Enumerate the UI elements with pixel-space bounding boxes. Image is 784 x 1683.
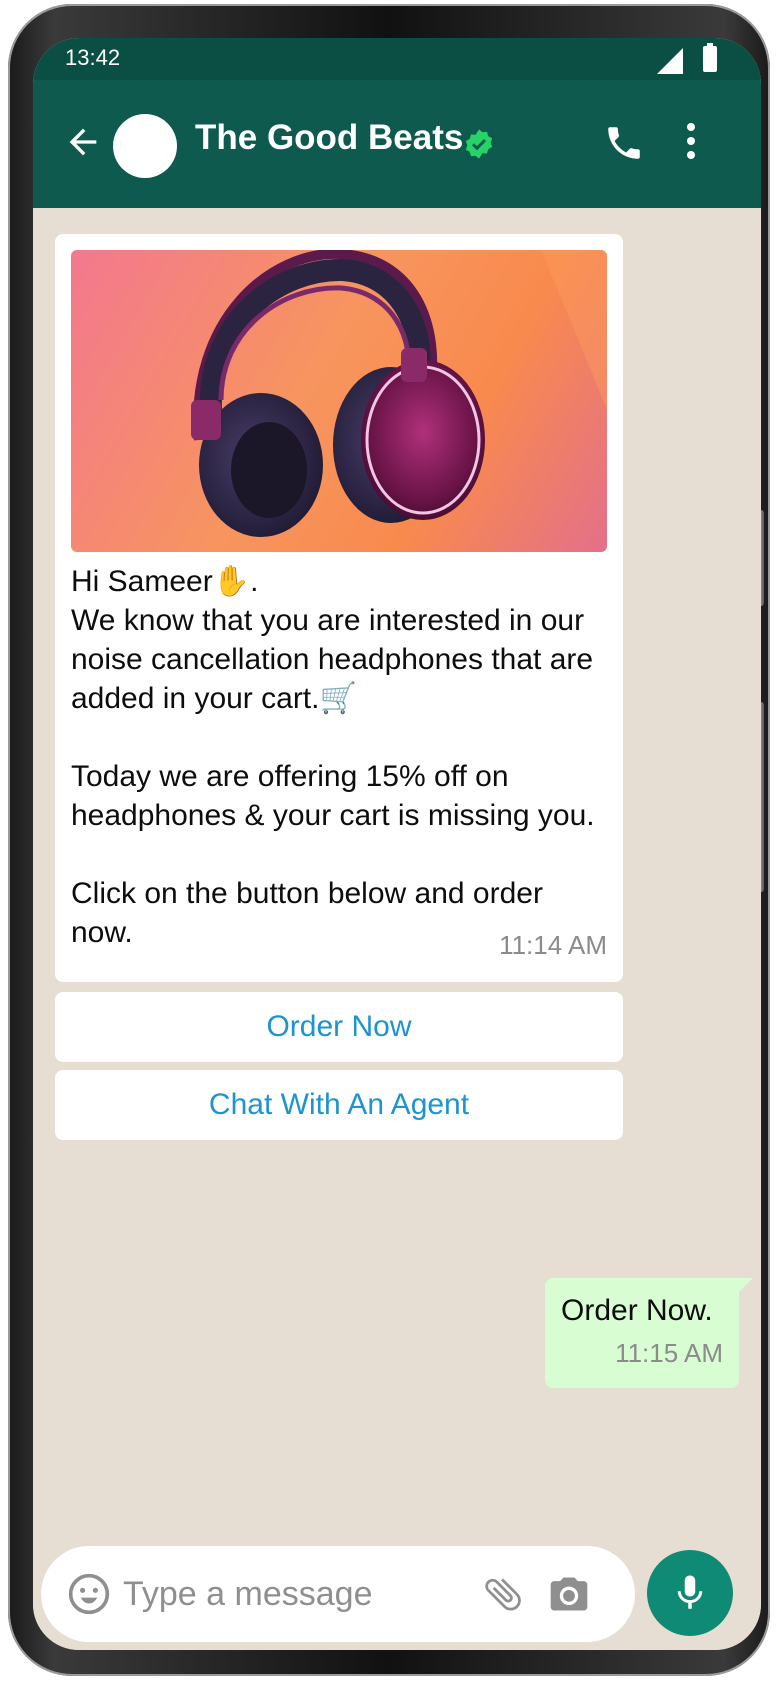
signal-icon: [657, 48, 683, 74]
battery-icon: [703, 43, 717, 72]
outgoing-message-time: 11:15 AM: [615, 1338, 723, 1368]
more-vertical-icon[interactable]: [685, 120, 697, 168]
back-arrow-icon[interactable]: [63, 122, 103, 162]
phone-frame: 13:42 The Good Beats Hi Sameer✋. We know…: [8, 4, 770, 1676]
contact-name[interactable]: The Good Beats: [195, 118, 463, 158]
status-bar: 13:42: [33, 38, 761, 80]
headphones-illustration: [191, 250, 607, 537]
message-time: 11:14 AM: [499, 930, 607, 960]
chat-with-agent-button[interactable]: Chat With An Agent: [55, 1070, 623, 1140]
phone-screen: 13:42 The Good Beats Hi Sameer✋. We know…: [33, 38, 761, 1650]
avatar[interactable]: [113, 114, 177, 178]
incoming-message: Hi Sameer✋. We know that you are interes…: [55, 234, 623, 982]
message-text: Hi Sameer✋. We know that you are interes…: [71, 565, 595, 949]
status-time: 13:42: [65, 45, 121, 70]
outgoing-bubble-tail: [737, 1278, 753, 1294]
microphone-button[interactable]: [647, 1550, 733, 1636]
camera-icon[interactable]: [547, 1572, 591, 1616]
attachment-icon[interactable]: [481, 1572, 525, 1616]
message-input[interactable]: [123, 1566, 463, 1622]
outgoing-message-text: Order Now.: [561, 1294, 713, 1327]
phone-call-icon[interactable]: [603, 122, 645, 164]
order-now-button[interactable]: Order Now: [55, 992, 623, 1062]
headphones-promo-image[interactable]: [71, 250, 607, 552]
emoji-icon[interactable]: [67, 1572, 111, 1616]
chat-header: The Good Beats: [33, 80, 761, 208]
microphone-icon: [677, 1575, 703, 1609]
message-composer: [41, 1546, 635, 1642]
chat-area: Hi Sameer✋. We know that you are interes…: [33, 208, 761, 1650]
outgoing-message: Order Now. 11:15 AM: [545, 1278, 739, 1388]
verified-badge-icon: [465, 129, 493, 159]
